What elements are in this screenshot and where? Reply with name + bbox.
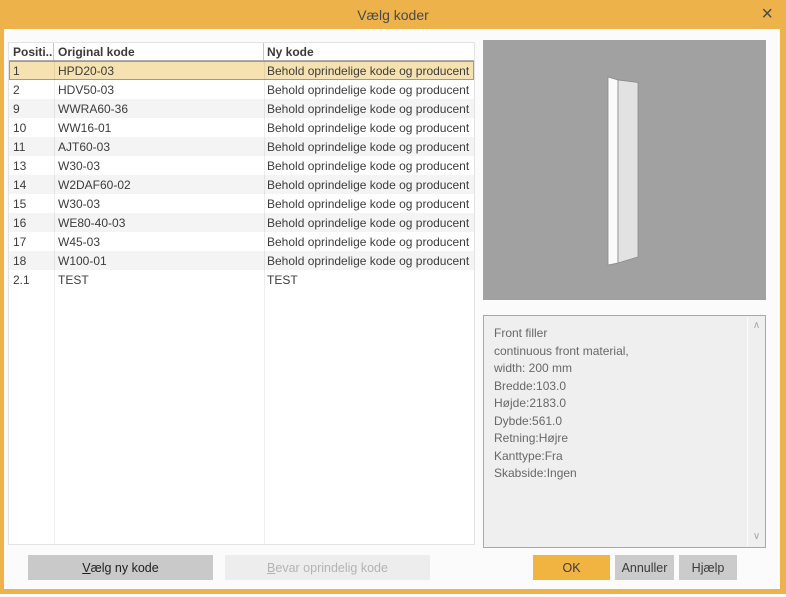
help-button[interactable]: Hjælp bbox=[679, 555, 737, 580]
cell-ny-kode: Behold oprindelige kode og producent bbox=[264, 64, 474, 78]
scroll-up-icon[interactable]: ∧ bbox=[748, 318, 765, 334]
code-table-rows: 1 HPD20-03 Behold oprindelige kode og pr… bbox=[9, 61, 474, 289]
table-row[interactable]: 2.1 TEST TEST bbox=[9, 270, 474, 289]
description-line: Bredde:103.0 bbox=[494, 378, 741, 396]
table-row[interactable]: 14 W2DAF60-02 Behold oprindelige kode og… bbox=[9, 175, 474, 194]
cell-original-kode: WE80-40-03 bbox=[54, 216, 264, 230]
cancel-button[interactable]: Annuller bbox=[615, 555, 674, 580]
cell-position: 10 bbox=[9, 121, 54, 135]
cell-original-kode: WW16-01 bbox=[54, 121, 264, 135]
cell-position: 17 bbox=[9, 235, 54, 249]
button-label: ælg ny kode bbox=[91, 561, 159, 575]
cell-original-kode: HPD20-03 bbox=[54, 64, 264, 78]
preview-3d-viewport[interactable] bbox=[483, 40, 766, 300]
column-header-original-kode[interactable]: Original kode bbox=[54, 43, 264, 60]
table-row[interactable]: 1 HPD20-03 Behold oprindelige kode og pr… bbox=[9, 61, 474, 80]
titlebar[interactable]: Vælg koder × bbox=[0, 0, 786, 29]
description-line: Højde:2183.0 bbox=[494, 395, 741, 413]
description-line: Retning:Højre bbox=[494, 430, 741, 448]
dialog-border-bottom bbox=[0, 589, 786, 594]
cell-position: 11 bbox=[9, 140, 54, 154]
table-row[interactable]: 18 W100-01 Behold oprindelige kode og pr… bbox=[9, 251, 474, 270]
description-line: Dybde:561.0 bbox=[494, 413, 741, 431]
button-label: evar oprindelig kode bbox=[275, 561, 388, 575]
close-icon[interactable]: × bbox=[761, 1, 773, 27]
table-row[interactable]: 11 AJT60-03 Behold oprindelige kode og p… bbox=[9, 137, 474, 156]
button-mnemonic: V bbox=[82, 561, 90, 575]
cell-ny-kode: Behold oprindelige kode og producent bbox=[264, 159, 474, 173]
cell-original-kode: W30-03 bbox=[54, 197, 264, 211]
cell-original-kode: HDV50-03 bbox=[54, 83, 264, 97]
cell-ny-kode: Behold oprindelige kode og producent bbox=[264, 121, 474, 135]
cell-position: 16 bbox=[9, 216, 54, 230]
table-row[interactable]: 13 W30-03 Behold oprindelige kode og pro… bbox=[9, 156, 474, 175]
cell-position: 1 bbox=[9, 64, 54, 78]
cell-ny-kode: Behold oprindelige kode og producent bbox=[264, 83, 474, 97]
cell-original-kode: W100-01 bbox=[54, 254, 264, 268]
table-row[interactable]: 16 WE80-40-03 Behold oprindelige kode og… bbox=[9, 213, 474, 232]
scroll-down-icon[interactable]: ∨ bbox=[748, 529, 765, 545]
cell-original-kode: AJT60-03 bbox=[54, 140, 264, 154]
cell-position: 18 bbox=[9, 254, 54, 268]
table-row[interactable]: 2 HDV50-03 Behold oprindelige kode og pr… bbox=[9, 80, 474, 99]
dialog-title: Vælg koder bbox=[357, 7, 429, 23]
description-line: continuous front material, bbox=[494, 343, 741, 361]
cell-original-kode: W45-03 bbox=[54, 235, 264, 249]
description-line: width: 200 mm bbox=[494, 360, 741, 378]
cell-position: 15 bbox=[9, 197, 54, 211]
table-row[interactable]: 17 W45-03 Behold oprindelige kode og pro… bbox=[9, 232, 474, 251]
cell-ny-kode: Behold oprindelige kode og producent bbox=[264, 102, 474, 116]
cell-position: 2 bbox=[9, 83, 54, 97]
table-row[interactable]: 15 W30-03 Behold oprindelige kode og pro… bbox=[9, 194, 474, 213]
column-header-ny-kode[interactable]: Ny kode bbox=[264, 43, 474, 60]
cell-ny-kode: Behold oprindelige kode og producent bbox=[264, 254, 474, 268]
panel-3d-graphic bbox=[483, 40, 766, 300]
choose-new-code-button[interactable]: Vælg ny kode bbox=[28, 555, 213, 580]
cell-original-kode: W2DAF60-02 bbox=[54, 178, 264, 192]
description-text: Front fillercontinuous front material,wi… bbox=[484, 316, 765, 547]
cell-ny-kode: Behold oprindelige kode og producent bbox=[264, 178, 474, 192]
code-table: Positi... Original kode Ny kode 1 HPD20-… bbox=[8, 42, 475, 545]
cell-ny-kode: Behold oprindelige kode og producent bbox=[264, 140, 474, 154]
description-line: Skabside:Ingen bbox=[494, 465, 741, 483]
description-line: Front filler bbox=[494, 325, 741, 343]
cell-ny-kode: Behold oprindelige kode og producent bbox=[264, 235, 474, 249]
dialog-border-left bbox=[0, 29, 4, 594]
column-header-position[interactable]: Positi... bbox=[9, 43, 54, 60]
keep-original-code-button[interactable]: Bevar oprindelig kode bbox=[225, 555, 430, 580]
description-scrollbar[interactable]: ∧ ∨ bbox=[747, 317, 764, 546]
table-row[interactable]: 9 WWRA60-36 Behold oprindelige kode og p… bbox=[9, 99, 474, 118]
cell-position: 9 bbox=[9, 102, 54, 116]
cell-original-kode: TEST bbox=[54, 273, 264, 287]
cell-position: 14 bbox=[9, 178, 54, 192]
description-line: Kanttype:Fra bbox=[494, 448, 741, 466]
cell-original-kode: WWRA60-36 bbox=[54, 102, 264, 116]
dialog-border-right bbox=[780, 29, 786, 594]
cell-position: 2.1 bbox=[9, 273, 54, 287]
ok-button[interactable]: OK bbox=[533, 555, 610, 580]
dialog-vaelg-koder: Vælg koder × Positi... Original kode Ny … bbox=[0, 0, 786, 597]
table-header: Positi... Original kode Ny kode bbox=[9, 43, 474, 61]
cell-original-kode: W30-03 bbox=[54, 159, 264, 173]
cell-ny-kode: TEST bbox=[264, 273, 474, 287]
description-box: Front fillercontinuous front material,wi… bbox=[483, 315, 766, 548]
table-row[interactable]: 10 WW16-01 Behold oprindelige kode og pr… bbox=[9, 118, 474, 137]
cell-position: 13 bbox=[9, 159, 54, 173]
cell-ny-kode: Behold oprindelige kode og producent bbox=[264, 197, 474, 211]
cell-ny-kode: Behold oprindelige kode og producent bbox=[264, 216, 474, 230]
